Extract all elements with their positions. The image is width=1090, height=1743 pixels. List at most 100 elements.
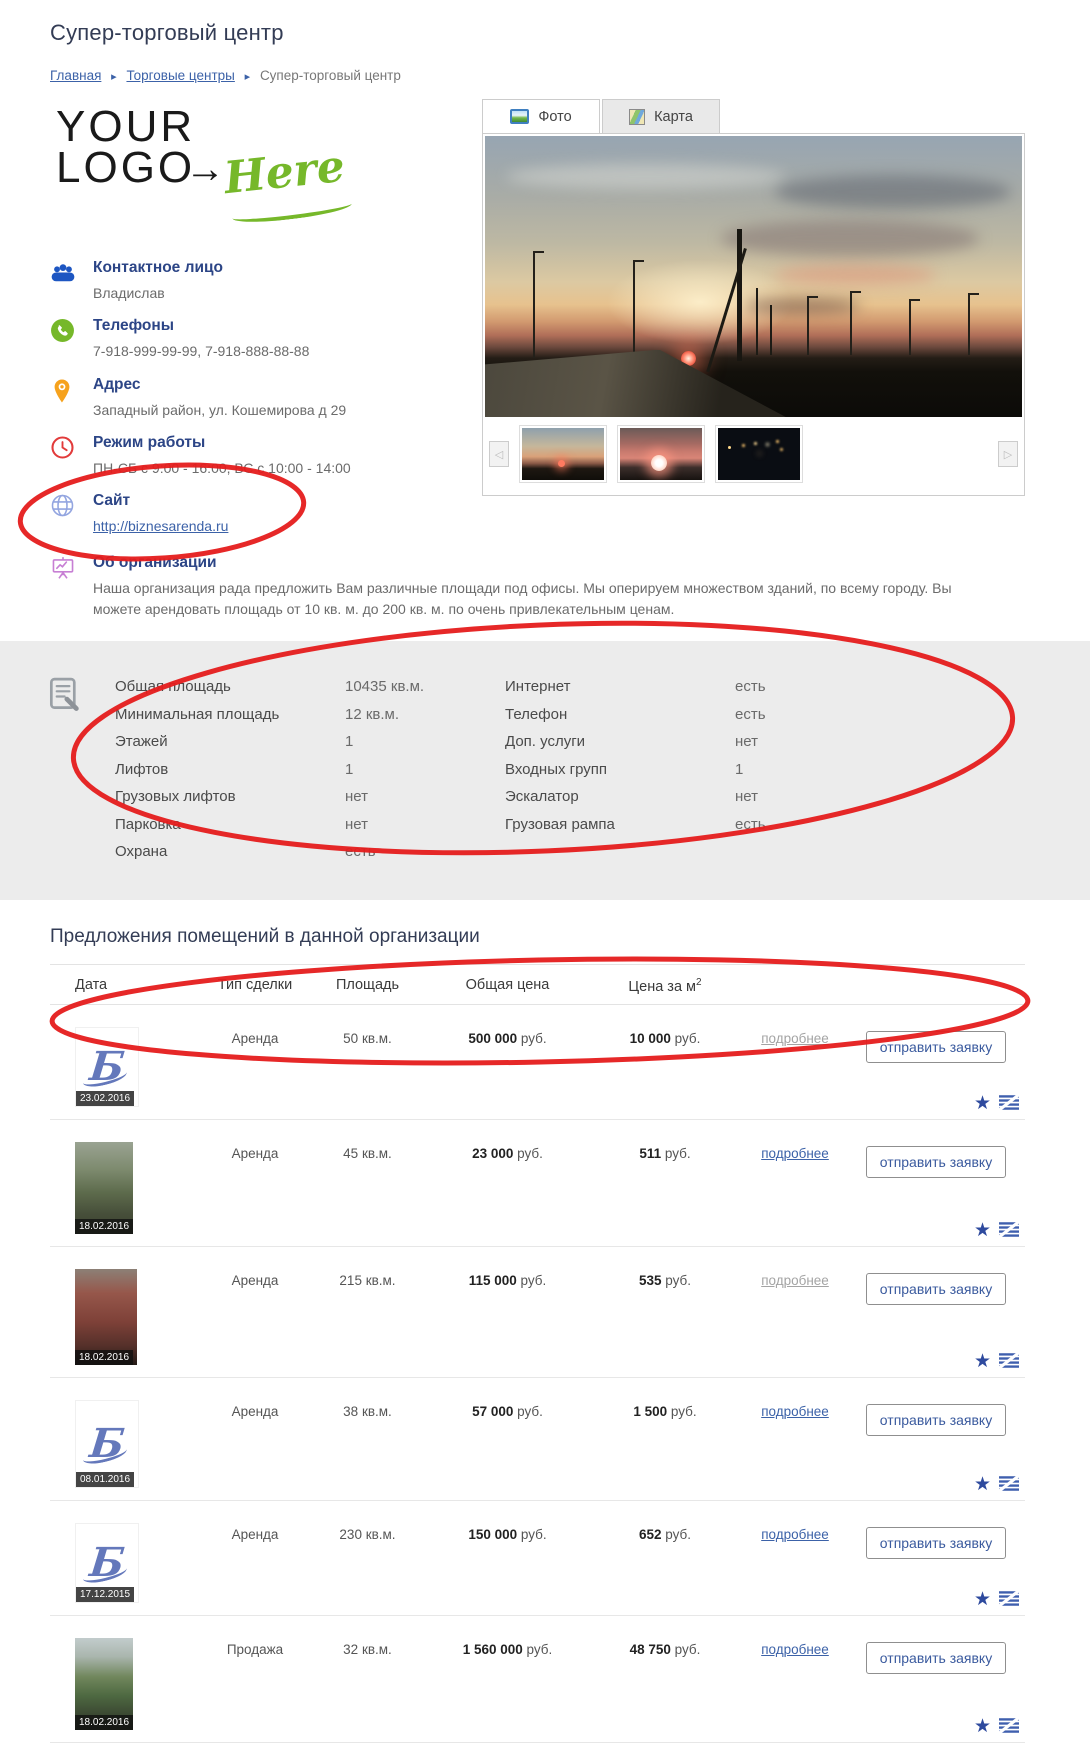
phones-label: Телефоны (93, 317, 309, 335)
properties-panel: Общая площадь10435 кв.м. Минимальная пло… (0, 641, 1090, 900)
send-request-button[interactable]: отправить заявку (866, 1404, 1006, 1436)
send-request-button[interactable]: отправить заявку (866, 1642, 1006, 1674)
tab-map-label: Карта (654, 109, 693, 125)
photo-tab-icon (510, 109, 529, 124)
globe-icon (50, 492, 77, 536)
prop-label: Минимальная площадь (115, 706, 345, 723)
work-hours-label: Режим работы (93, 434, 351, 452)
compare-icon[interactable] (999, 1353, 1019, 1371)
offers-section: Предложения помещений в данной организац… (50, 926, 1025, 1743)
details-link[interactable]: подробнее (761, 1642, 829, 1657)
breadcrumb-separator: ▸ (111, 71, 117, 83)
offer-date: 08.01.2016 (76, 1472, 134, 1487)
gallery-thumbnail-1[interactable] (519, 425, 607, 483)
col-header-area: Площадь (310, 977, 425, 995)
offer-area: 50 кв.м. (310, 1027, 425, 1046)
offer-row: 18.02.2016 Аренда 45 кв.м. 23 000 руб. 5… (50, 1120, 1025, 1247)
gallery-thumbnail-3[interactable] (715, 425, 803, 483)
thumbnail-strip: ◁ ▷ (485, 417, 1022, 493)
breadcrumb-malls[interactable]: Торговые центры (126, 68, 234, 83)
send-request-button[interactable]: отправить заявку (866, 1146, 1006, 1178)
contact-person-label: Контактное лицо (93, 259, 223, 277)
favorite-star-icon[interactable]: ★ (974, 1221, 991, 1240)
details-link[interactable]: подробнее (761, 1031, 829, 1046)
offer-date: 18.02.2016 (75, 1715, 133, 1730)
contact-person-block: Контактное лицо Владислав (50, 259, 468, 303)
offer-thumbnail[interactable]: Б08.01.2016 (75, 1400, 139, 1488)
main-photo[interactable] (485, 136, 1022, 417)
gallery: Фото Карта (482, 99, 1025, 550)
logo-arrow-icon: → (185, 147, 225, 191)
clock-icon (50, 434, 77, 478)
send-request-button[interactable]: отправить заявку (866, 1527, 1006, 1559)
offer-price: 115 000 (469, 1273, 517, 1288)
col-header-ppm: Цена за м2 (590, 977, 740, 995)
gallery-body: ◁ ▷ (482, 133, 1025, 496)
tab-photo[interactable]: Фото (482, 99, 600, 133)
properties-left-column: Общая площадь10435 кв.м. Минимальная пло… (115, 673, 505, 866)
offer-deal-type: Аренда (200, 1142, 310, 1161)
tab-photo-label: Фото (538, 109, 571, 125)
about-label: Об организации (93, 554, 977, 572)
offer-price-per-m2: 48 750 (630, 1642, 671, 1657)
compare-icon[interactable] (999, 1591, 1019, 1609)
agency-logo-glyph: Б (88, 1543, 126, 1583)
compare-icon[interactable] (999, 1222, 1019, 1240)
carousel-prev-button[interactable]: ◁ (489, 441, 509, 467)
compare-icon[interactable] (999, 1476, 1019, 1494)
offers-title: Предложения помещений в данной организац… (50, 926, 1025, 964)
offer-deal-type: Аренда (200, 1027, 310, 1046)
offer-thumbnail[interactable]: Б17.12.2015 (75, 1523, 139, 1603)
breadcrumb-separator: ▸ (245, 71, 251, 83)
offer-date: 18.02.2016 (75, 1219, 133, 1234)
carousel-next-button[interactable]: ▷ (998, 441, 1018, 467)
offer-thumbnail[interactable]: 18.02.2016 (75, 1638, 133, 1730)
prop-label: Парковка (115, 816, 345, 833)
website-link[interactable]: http://biznesarenda.ru (93, 518, 228, 534)
phones-value: 7-918-999-99-99, 7-918-888-88-88 (93, 341, 309, 361)
prop-value: 12 кв.м. (345, 706, 399, 723)
offer-deal-type: Аренда (200, 1523, 310, 1542)
details-link[interactable]: подробнее (761, 1404, 829, 1419)
col-header-date: Дата (50, 977, 200, 995)
details-link[interactable]: подробнее (761, 1273, 829, 1288)
favorite-star-icon[interactable]: ★ (974, 1475, 991, 1494)
breadcrumb-home[interactable]: Главная (50, 68, 101, 83)
contact-person-value: Владислав (93, 283, 223, 303)
work-hours-value: ПН-СБ с 9:00 - 16:00, ВС с 10:00 - 14:00 (93, 458, 351, 478)
offer-price-per-m2: 1 500 (633, 1404, 667, 1419)
favorite-star-icon[interactable]: ★ (974, 1717, 991, 1736)
details-link[interactable]: подробнее (761, 1527, 829, 1542)
favorite-star-icon[interactable]: ★ (974, 1590, 991, 1609)
tab-map[interactable]: Карта (602, 99, 720, 133)
send-request-button[interactable]: отправить заявку (866, 1273, 1006, 1305)
details-link[interactable]: подробнее (761, 1146, 829, 1161)
breadcrumb: Главная ▸ Торговые центры ▸ Супер-торгов… (50, 68, 1025, 83)
favorite-star-icon[interactable]: ★ (974, 1094, 991, 1113)
offer-thumbnail[interactable]: 18.02.2016 (75, 1269, 137, 1365)
offer-thumbnail[interactable]: Б23.02.2016 (75, 1027, 139, 1107)
compare-icon[interactable] (999, 1718, 1019, 1736)
offer-deal-type: Аренда (200, 1269, 310, 1288)
organization-info: YOUR LOGO→ Here Контактное лицо Владисла… (50, 99, 482, 550)
website-label: Сайт (93, 492, 228, 510)
gallery-thumbnail-2[interactable] (617, 425, 705, 483)
favorite-star-icon[interactable]: ★ (974, 1352, 991, 1371)
compare-icon[interactable] (999, 1095, 1019, 1113)
col-header-deal: Тип сделки (200, 977, 310, 995)
prop-label: Эскалатор (505, 788, 735, 805)
offer-thumbnail[interactable]: 18.02.2016 (75, 1142, 133, 1234)
offer-price: 57 000 (472, 1404, 513, 1419)
prop-value: есть (735, 816, 766, 833)
logo-text-your: YOUR (56, 107, 356, 147)
gallery-tabs: Фото Карта (482, 99, 1025, 133)
properties-right-column: Интернетесть Телефонесть Доп. услугинет … (505, 673, 1060, 866)
prop-value: нет (345, 816, 368, 833)
prop-value: есть (735, 706, 766, 723)
offer-row: Б23.02.2016 Аренда 50 кв.м. 500 000 руб.… (50, 1005, 1025, 1120)
page: Супер-торговый центр Главная ▸ Торговые … (0, 0, 1090, 1743)
presentation-chart-icon (50, 554, 77, 619)
prop-label: Доп. услуги (505, 733, 735, 750)
offer-row: Б17.12.2015 Аренда 230 кв.м. 150 000 руб… (50, 1501, 1025, 1616)
send-request-button[interactable]: отправить заявку (866, 1031, 1006, 1063)
